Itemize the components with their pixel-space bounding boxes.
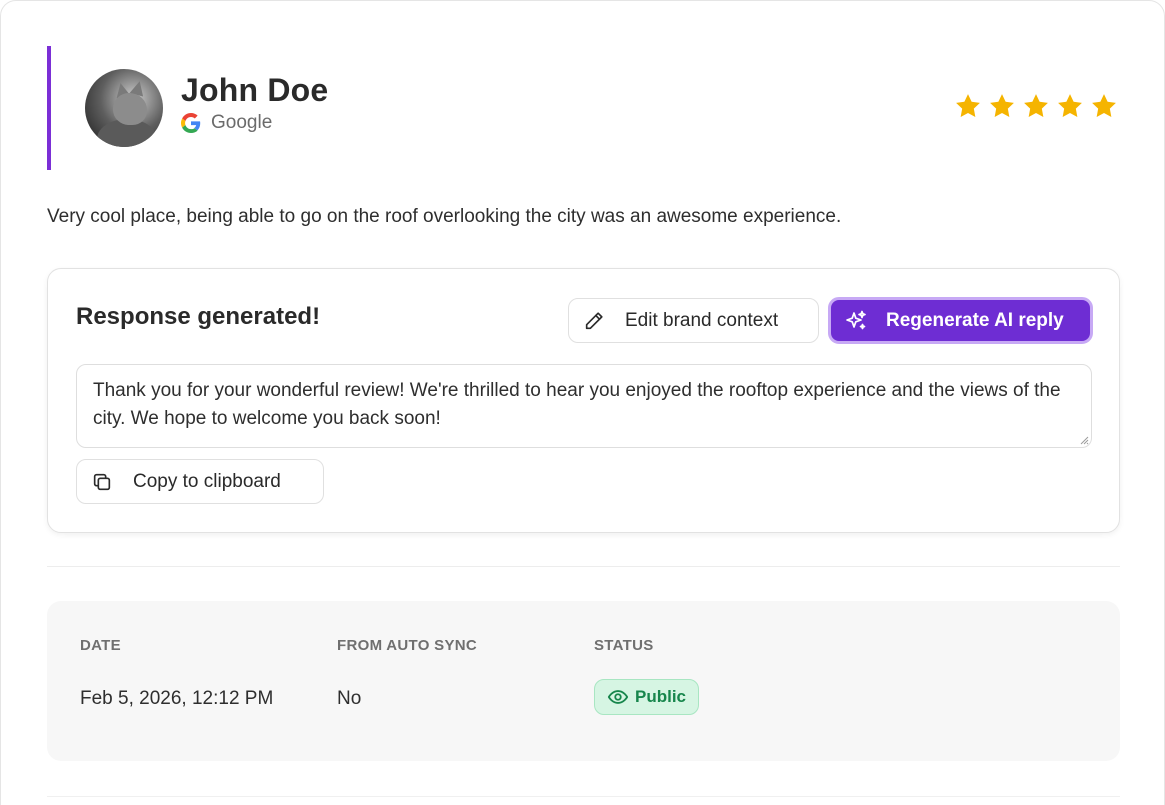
auto-sync-value: No — [337, 688, 362, 709]
star-rating — [954, 92, 1118, 120]
review-source: Google — [181, 112, 328, 134]
meta-date: DATE Feb 5, 2026, 12:12 PM — [80, 637, 273, 710]
regenerate-ai-reply-button[interactable]: Regenerate AI reply — [828, 297, 1093, 344]
google-icon — [181, 113, 201, 133]
star-icon — [1058, 94, 1082, 117]
reviewer-name: John Doe — [181, 72, 329, 108]
star-icon — [956, 94, 980, 117]
review-card: John Doe Google Very cool place, being a… — [0, 0, 1165, 805]
star-icon — [990, 94, 1014, 117]
reviewer-info: John Doe Google — [181, 70, 328, 134]
status-header: STATUS — [594, 637, 654, 654]
status-badge: Public — [594, 679, 700, 715]
status-label: Public — [635, 687, 687, 706]
auto-sync-header: FROM AUTO SYNC — [337, 637, 478, 654]
response-panel: Response generated! Edit brand context R… — [47, 268, 1120, 533]
copy-to-clipboard-label: Copy to clipboard — [133, 470, 281, 492]
divider — [47, 566, 1120, 567]
reviewer-header: John Doe Google — [47, 46, 647, 170]
edit-brand-context-label: Edit brand context — [625, 309, 779, 331]
eye-icon — [607, 690, 629, 704]
star-icon — [1092, 94, 1116, 117]
pencil-icon — [585, 311, 603, 329]
resize-handle-icon[interactable] — [1079, 435, 1089, 445]
review-text: Very cool place, being able to go on the… — [47, 206, 842, 227]
copy-icon — [93, 473, 111, 490]
date-header: DATE — [80, 637, 121, 654]
reply-textarea[interactable]: Thank you for your wonderful review! We'… — [76, 364, 1092, 448]
edit-brand-context-button[interactable]: Edit brand context — [568, 298, 819, 343]
avatar — [85, 69, 163, 147]
response-title: Response generated! — [76, 303, 321, 330]
reply-text: Thank you for your wonderful review! We'… — [93, 380, 1061, 429]
next-section-edge — [47, 796, 1120, 797]
sparkles-icon — [846, 310, 866, 329]
meta-auto-sync: FROM AUTO SYNC No — [337, 637, 477, 710]
star-icon — [1024, 94, 1048, 117]
meta-status: STATUS Public — [594, 637, 700, 715]
copy-to-clipboard-button[interactable]: Copy to clipboard — [76, 459, 324, 504]
review-meta-panel: DATE Feb 5, 2026, 12:12 PM FROM AUTO SYN… — [47, 601, 1120, 761]
regenerate-ai-reply-label: Regenerate AI reply — [886, 309, 1064, 331]
date-value: Feb 5, 2026, 12:12 PM — [80, 688, 274, 709]
source-label: Google — [211, 112, 273, 133]
